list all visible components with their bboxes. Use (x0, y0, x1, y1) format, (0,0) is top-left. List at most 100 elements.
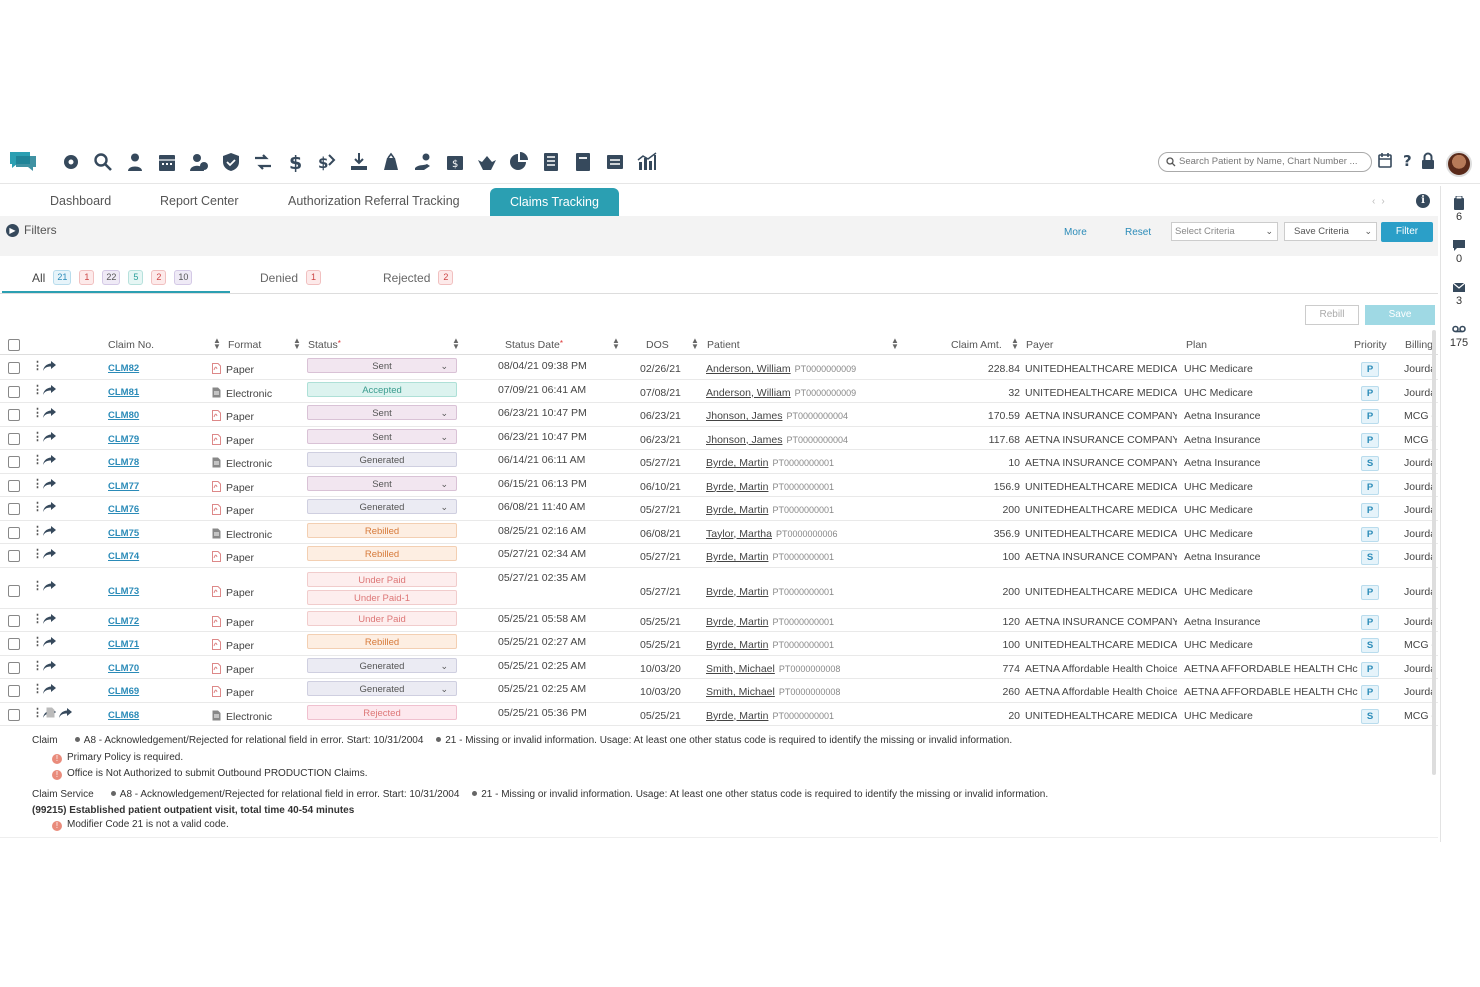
forward-icon[interactable] (42, 454, 57, 466)
claim-number-link[interactable]: CLM81 (108, 387, 139, 398)
filters-toggle[interactable]: ▶ Filters (6, 223, 57, 237)
save-button[interactable]: Save (1365, 305, 1435, 325)
select-all-checkbox[interactable] (8, 339, 20, 351)
tab-authorization-referral-tracking[interactable]: Authorization Referral Tracking (288, 194, 460, 208)
row-checkbox[interactable] (8, 661, 20, 674)
forward-icon[interactable] (42, 501, 57, 513)
reset-link[interactable]: Reset (1125, 227, 1151, 238)
claim-number-link[interactable]: CLM69 (108, 686, 139, 697)
claim-number-link[interactable]: CLM82 (108, 363, 139, 374)
status-badge[interactable]: Under Paid-1 (307, 589, 457, 605)
table-row[interactable]: ⋮ CLM80 Paper Sent ⌄ 06/23/21 10:47 PM 06/23/2… (0, 403, 1438, 427)
patient-link[interactable]: Byrde, Martin (706, 551, 768, 563)
forward-icon[interactable] (42, 407, 57, 419)
patient-link[interactable]: Byrde, Martin (706, 457, 768, 469)
subtab-all[interactable]: All 21 1 22 5 2 10 (32, 270, 193, 285)
claim-number-link[interactable]: CLM79 (108, 434, 139, 445)
calendar-icon[interactable] (154, 150, 180, 174)
patient-link[interactable]: Jhonson, James (706, 434, 782, 446)
sort-icon[interactable]: ▲ ▼ (691, 337, 699, 351)
sort-icon[interactable]: ▲ ▼ (891, 337, 899, 351)
row-checkbox[interactable] (8, 638, 20, 650)
info-icon[interactable]: i (1416, 194, 1430, 208)
forward-icon[interactable] (42, 431, 57, 443)
status-dropdown[interactable]: Generated ⌄ (307, 499, 457, 514)
tab-dashboard[interactable]: Dashboard (50, 194, 111, 208)
row-checkbox[interactable] (8, 456, 20, 468)
col-format[interactable]: Format (228, 339, 261, 351)
status-badge[interactable]: Rebilled (307, 634, 457, 649)
status-dropdown[interactable]: Sent ⌄ (307, 358, 457, 373)
hands-icon[interactable] (474, 150, 500, 174)
patient-search-input[interactable]: Search Patient by Name, Chart Number ... (1158, 152, 1372, 172)
table-row[interactable]: ⋮ CLM79 Paper Sent ⌄ 06/23/21 10:47 PM 06/23/2… (0, 427, 1438, 450)
status-badge[interactable]: Rebilled (307, 546, 457, 561)
forward-icon[interactable] (42, 580, 57, 592)
col-patient[interactable]: Patient (707, 339, 740, 351)
forward-icon[interactable] (42, 683, 57, 695)
claim-number-link[interactable]: CLM73 (108, 586, 139, 597)
help-icon[interactable]: ? (1400, 152, 1416, 170)
table-row[interactable]: ⋮ CLM70 Paper Generated ⌄ 05/25/21 02:25 AM 10… (0, 656, 1438, 679)
app-logo-icon[interactable] (8, 150, 36, 172)
row-checkbox[interactable] (8, 584, 20, 597)
claim-number-link[interactable]: CLM71 (108, 639, 139, 650)
table-row[interactable]: ⋮ CLM68 Electronic Rejected 05/25/21 05:36 P… (0, 703, 1438, 726)
col-billing[interactable]: Billing (1405, 339, 1433, 351)
table-row[interactable]: ⋮ CLM78 Electronic Generated 06/14/21 06:11 … (0, 450, 1438, 474)
status-badge[interactable]: Accepted (307, 381, 457, 397)
status-dropdown[interactable]: Sent ⌄ (307, 475, 457, 491)
patient-link[interactable]: Byrde, Martin (706, 504, 768, 516)
table-row[interactable]: ⋮ CLM82 Paper Sent ⌄ 08/04/21 09:38 PM 02/26/2… (0, 356, 1438, 380)
row-checkbox[interactable] (8, 409, 20, 421)
forward-icon[interactable] (42, 636, 57, 648)
row-checkbox[interactable] (8, 362, 20, 374)
tab-report-center[interactable]: Report Center (160, 194, 239, 208)
col-claim-amt[interactable]: Claim Amt. (951, 339, 1002, 351)
patient-link[interactable]: Byrde, Martin (706, 639, 768, 651)
sort-icon[interactable]: ▲ ▼ (612, 337, 620, 351)
lock-icon[interactable] (1420, 152, 1436, 170)
row-checkbox[interactable] (8, 550, 20, 562)
search-icon[interactable] (90, 150, 116, 174)
statement-icon[interactable]: $ (442, 150, 468, 174)
status-dropdown[interactable]: Generated ⌄ (307, 681, 457, 696)
sort-icon[interactable]: ▲ ▼ (1011, 337, 1019, 351)
table-row[interactable]: ⋮ CLM81 Electronic Accepted 07/09/21 06:41 A… (0, 380, 1438, 403)
row-checkbox[interactable] (8, 479, 20, 492)
ledger-icon[interactable] (538, 150, 564, 174)
table-scrollbar[interactable] (1432, 330, 1436, 775)
sidebar-mail[interactable]: 3 (1441, 280, 1477, 307)
rebill-button[interactable]: Rebill (1305, 305, 1359, 325)
col-payer[interactable]: Payer (1026, 339, 1053, 351)
select-criteria-dropdown[interactable]: Select Criteria ⌄ (1171, 222, 1278, 241)
col-claim-no[interactable]: Claim No. (108, 339, 154, 351)
col-status[interactable]: Status* (308, 339, 341, 351)
table-row[interactable]: ⋮ CLM75 Electronic Rebilled 08/25/21 02:16 A… (0, 521, 1438, 544)
row-checkbox[interactable] (8, 432, 20, 445)
claim-number-link[interactable]: CLM78 (108, 457, 139, 468)
status-dropdown[interactable]: Sent ⌄ (307, 405, 457, 420)
row-checkbox[interactable] (8, 526, 20, 539)
calendar-icon[interactable] (1377, 152, 1393, 170)
table-row[interactable]: ⋮ CLM69 Paper Generated ⌄ 05/25/21 02:25 AM 10… (0, 679, 1438, 703)
patient-link[interactable]: Jhonson, James (706, 410, 782, 422)
table-row[interactable]: ⋮ CLM71 Paper Rebilled 05/25/21 02:27 AM 05/2… (0, 632, 1438, 656)
claim-number-link[interactable]: CLM80 (108, 410, 139, 421)
forward-icon[interactable] (42, 384, 57, 396)
sidebar-tasks[interactable]: 6 (1441, 196, 1477, 223)
row-checkbox[interactable] (8, 614, 20, 627)
subtab-denied[interactable]: Denied 1 (260, 270, 322, 285)
forward-icon[interactable] (42, 360, 57, 372)
dollar-icon[interactable]: $ (282, 150, 308, 174)
row-checkbox[interactable] (8, 385, 20, 398)
user-avatar[interactable] (1446, 151, 1472, 177)
row-checkbox[interactable] (8, 503, 20, 515)
claim-number-link[interactable]: CLM75 (108, 528, 139, 539)
deposit-icon[interactable] (346, 150, 372, 174)
claim-number-link[interactable]: CLM70 (108, 663, 139, 674)
col-status-date[interactable]: Status Date* (505, 339, 563, 351)
row-checkbox[interactable] (8, 685, 20, 697)
mail-icon[interactable] (602, 150, 628, 174)
claim-number-link[interactable]: CLM76 (108, 504, 139, 515)
